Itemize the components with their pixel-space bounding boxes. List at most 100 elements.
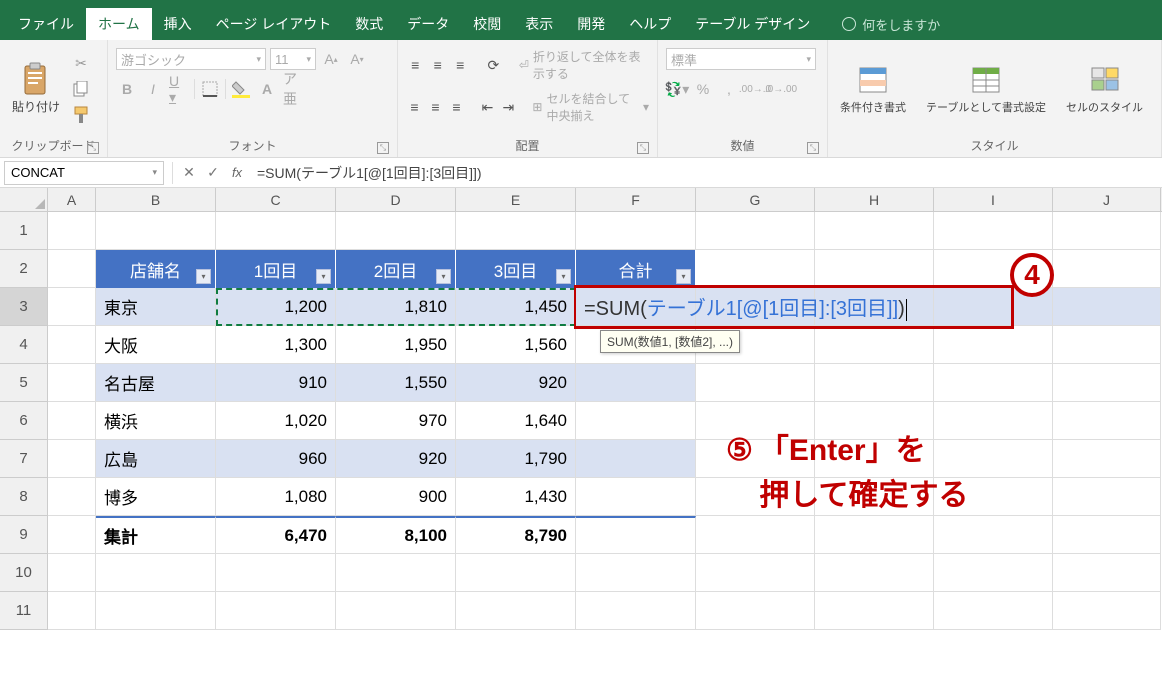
underline-button[interactable]: U ▾: [168, 78, 190, 100]
merge-center-button[interactable]: ⊞セルを結合して中央揃え ▾: [532, 90, 649, 124]
conditional-formatting-button[interactable]: 条件付き書式: [836, 60, 910, 119]
active-cell[interactable]: =SUM(テーブル1[@[1回目]:[3回目]]): [576, 288, 696, 326]
number-format-combo[interactable]: 標準▾: [666, 48, 816, 70]
col-header-G[interactable]: G: [696, 188, 815, 211]
table-cell[interactable]: 1,560: [456, 326, 576, 364]
table-header-total[interactable]: 合計▾: [576, 250, 696, 288]
format-as-table-button[interactable]: テーブルとして書式設定: [922, 60, 1050, 119]
table-header-3[interactable]: 3回目▾: [456, 250, 576, 288]
cut-button[interactable]: ✂: [70, 52, 92, 74]
filter-icon[interactable]: ▾: [676, 269, 691, 284]
align-launcher[interactable]: ⤡: [637, 142, 649, 154]
table-cell[interactable]: 920: [336, 440, 456, 478]
table-header-1[interactable]: 1回目▾: [216, 250, 336, 288]
table-total[interactable]: 8,100: [336, 516, 456, 554]
tell-me[interactable]: 何をしますか: [842, 15, 940, 34]
enter-formula-button[interactable]: ✓: [201, 161, 225, 185]
tab-insert[interactable]: 挿入: [152, 8, 204, 40]
worksheet[interactable]: A B C D E F G H I J 1 2 店舗名▾ 1回目▾ 2回目▾ 3…: [0, 188, 1162, 630]
tab-pagelayout[interactable]: ページ レイアウト: [204, 8, 344, 40]
col-header-E[interactable]: E: [456, 188, 576, 211]
tab-help[interactable]: ヘルプ: [617, 8, 683, 40]
table-cell[interactable]: 横浜: [96, 402, 216, 440]
percent-button[interactable]: %: [692, 78, 714, 100]
col-header-J[interactable]: J: [1053, 188, 1161, 211]
row-header-8[interactable]: 8: [0, 478, 48, 516]
table-cell[interactable]: 910: [216, 364, 336, 402]
phonetic-button[interactable]: ア亜: [282, 78, 304, 100]
row-header-9[interactable]: 9: [0, 516, 48, 554]
border-button[interactable]: [199, 78, 221, 100]
table-cell[interactable]: 1,450: [456, 288, 576, 326]
table-cell[interactable]: 1,640: [456, 402, 576, 440]
table-cell[interactable]: 1,790: [456, 440, 576, 478]
table-total-label[interactable]: 集計: [96, 516, 216, 554]
table-cell[interactable]: 1,300: [216, 326, 336, 364]
align-middle-button[interactable]: ≡: [429, 54, 448, 76]
table-cell[interactable]: 920: [456, 364, 576, 402]
italic-button[interactable]: I: [142, 78, 164, 100]
row-header-1[interactable]: 1: [0, 212, 48, 250]
tab-tabledesign[interactable]: テーブル デザイン: [683, 8, 822, 40]
indent-increase-button[interactable]: ⇥: [500, 96, 517, 118]
select-all-corner[interactable]: [0, 188, 48, 211]
col-header-H[interactable]: H: [815, 188, 934, 211]
table-cell[interactable]: 1,080: [216, 478, 336, 516]
filter-icon[interactable]: ▾: [316, 269, 331, 284]
cancel-formula-button[interactable]: ✕: [177, 161, 201, 185]
table-cell[interactable]: 1,020: [216, 402, 336, 440]
table-cell[interactable]: 970: [336, 402, 456, 440]
table-cell[interactable]: 1,430: [456, 478, 576, 516]
table-cell[interactable]: 博多: [96, 478, 216, 516]
table-header-2[interactable]: 2回目▾: [336, 250, 456, 288]
cell-styles-button[interactable]: セルのスタイル: [1062, 60, 1147, 119]
accounting-button[interactable]: 💱▾: [666, 78, 688, 100]
table-cell[interactable]: 広島: [96, 440, 216, 478]
clipboard-launcher[interactable]: ⤡: [87, 142, 99, 154]
align-center-button[interactable]: ≡: [427, 96, 444, 118]
tab-home[interactable]: ホーム: [86, 8, 152, 40]
align-bottom-button[interactable]: ≡: [451, 54, 470, 76]
table-cell[interactable]: 900: [336, 478, 456, 516]
number-launcher[interactable]: ⤡: [807, 142, 819, 154]
table-cell[interactable]: 1,200: [216, 288, 336, 326]
tab-data[interactable]: データ: [395, 8, 461, 40]
paste-button[interactable]: 貼り付け: [8, 59, 64, 119]
formula-input[interactable]: =SUM(テーブル1[@[1回目]:[3回目]]): [249, 163, 1162, 183]
col-header-F[interactable]: F: [576, 188, 696, 211]
font-family-combo[interactable]: 游ゴシック▾: [116, 48, 266, 70]
table-cell[interactable]: 大阪: [96, 326, 216, 364]
orientation-button[interactable]: ⟳: [484, 54, 503, 76]
row-header-3[interactable]: 3: [0, 288, 48, 326]
format-painter-button[interactable]: [70, 104, 92, 126]
increase-decimal-button[interactable]: .00→.0: [744, 78, 766, 100]
row-header-2[interactable]: 2: [0, 250, 48, 288]
row-header-4[interactable]: 4: [0, 326, 48, 364]
col-header-A[interactable]: A: [48, 188, 96, 211]
row-header-5[interactable]: 5: [0, 364, 48, 402]
grow-font-button[interactable]: A▴: [320, 48, 342, 70]
col-header-B[interactable]: B: [96, 188, 216, 211]
table-cell[interactable]: 960: [216, 440, 336, 478]
tab-review[interactable]: 校閲: [461, 8, 513, 40]
shrink-font-button[interactable]: A▾: [346, 48, 368, 70]
table-cell[interactable]: 名古屋: [96, 364, 216, 402]
table-cell[interactable]: 1,950: [336, 326, 456, 364]
table-total[interactable]: 8,790: [456, 516, 576, 554]
align-right-button[interactable]: ≡: [448, 96, 465, 118]
col-header-I[interactable]: I: [934, 188, 1053, 211]
fill-color-button[interactable]: [230, 78, 252, 100]
copy-button[interactable]: [70, 78, 92, 100]
name-box[interactable]: CONCAT▾: [4, 161, 164, 185]
tab-file[interactable]: ファイル: [6, 8, 86, 40]
table-cell[interactable]: 1,810: [336, 288, 456, 326]
col-header-C[interactable]: C: [216, 188, 336, 211]
table-cell[interactable]: 1,550: [336, 364, 456, 402]
row-header-10[interactable]: 10: [0, 554, 48, 592]
tab-developer[interactable]: 開発: [565, 8, 617, 40]
row-header-11[interactable]: 11: [0, 592, 48, 630]
filter-icon[interactable]: ▾: [436, 269, 451, 284]
decrease-decimal-button[interactable]: .0→.00: [770, 78, 792, 100]
insert-function-button[interactable]: fx: [225, 161, 249, 185]
comma-button[interactable]: ,: [718, 78, 740, 100]
